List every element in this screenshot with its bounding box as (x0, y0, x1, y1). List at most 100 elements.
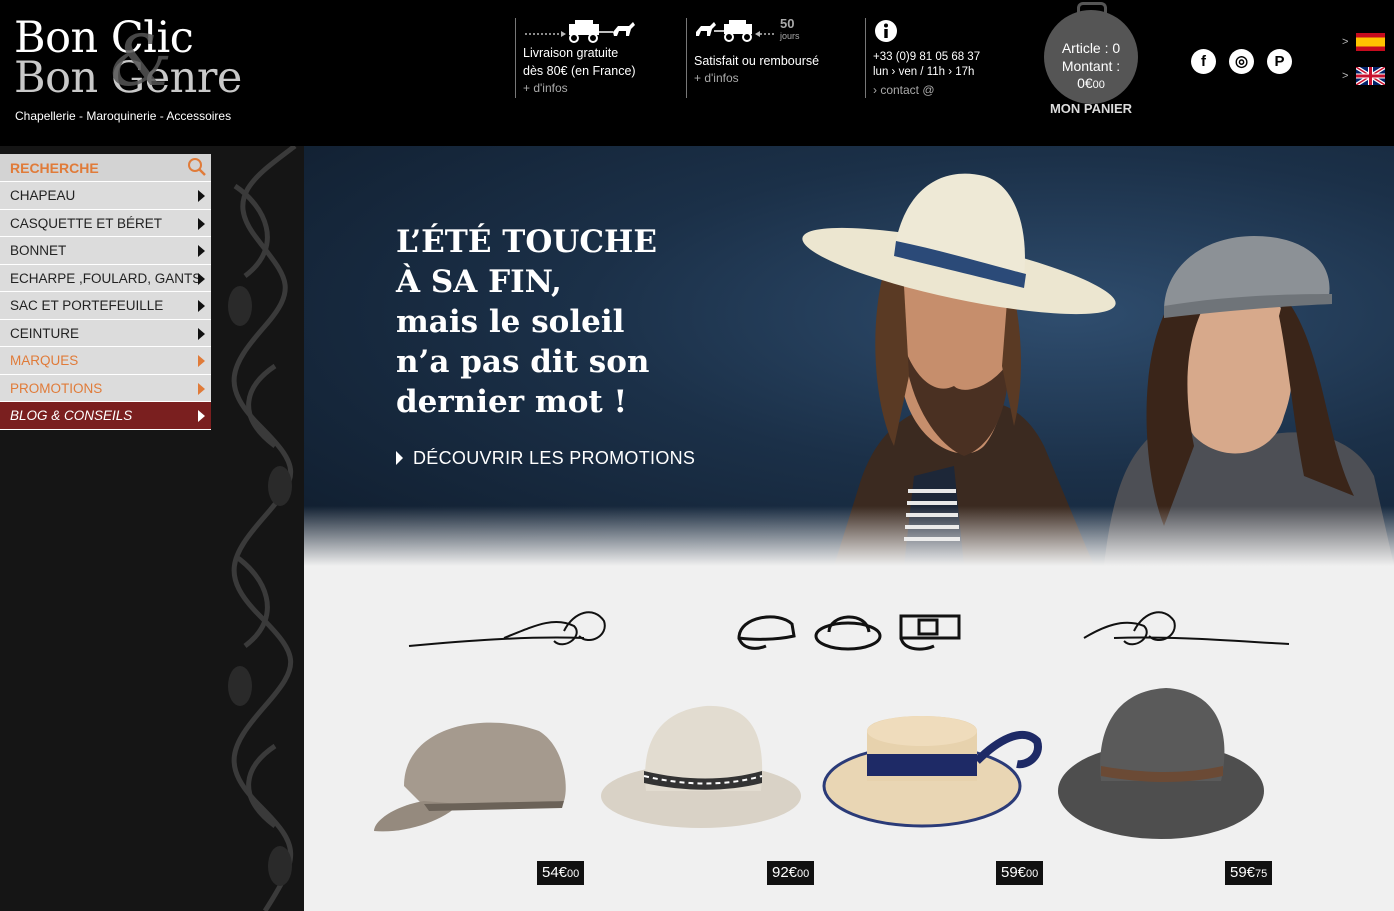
satisfaction-more-link[interactable]: + d'infos (694, 70, 836, 86)
menu-item-sac[interactable]: SAC ET PORTEFEUILLE (0, 292, 211, 320)
flourish-right-icon (1083, 611, 1290, 646)
menu-item-label: CASQUETTE ET BÉRET (10, 215, 163, 231)
contact-info[interactable]: +33 (0)9 81 05 68 37 lun › ven / 11h › 1… (865, 18, 1015, 98)
hero-couple-photo (802, 173, 1394, 566)
menu-item-label: BLOG & CONSEILS (10, 408, 133, 423)
price-main: 92€ (772, 864, 798, 881)
carriage-icon (523, 18, 665, 44)
days-number: 50 (780, 16, 795, 31)
menu-item-bonnet[interactable]: BONNET (0, 237, 211, 265)
cart-label: MON PANIER (1049, 101, 1133, 116)
contact-phone: +33 (0)9 81 05 68 37 (873, 51, 981, 63)
category-menu: RECHERCHE CHAPEAU CASQUETTE ET BÉRET BON… (0, 154, 211, 430)
menu-item-chapeau[interactable]: CHAPEAU (0, 182, 211, 210)
cart-bag-icon: Article : 0 Montant : 0€00 (1044, 2, 1138, 104)
facebook-icon[interactable]: f (1191, 49, 1216, 74)
discover-promotions-link[interactable]: DÉCOUVRIR LES PROMOTIONS (396, 448, 695, 469)
pinterest-icon[interactable]: P (1267, 49, 1292, 74)
price-main: 59€ (1001, 864, 1027, 881)
days-label: jours (780, 31, 800, 41)
hero-line-3: mais le soleil (396, 304, 625, 340)
arrow-right-icon (198, 245, 205, 257)
arrow-right-icon (198, 327, 205, 340)
instagram-icon[interactable]: ◎ (1229, 49, 1254, 74)
menu-item-casquette[interactable]: CASQUETTE ET BÉRET (0, 209, 211, 237)
arrow-right-icon (198, 355, 205, 367)
search-label: RECHERCHE (10, 160, 99, 176)
language-spanish-arrow: > (1342, 36, 1349, 48)
uk-flag-icon (1356, 67, 1385, 85)
hero-line-1: L’ÉTÉ TOUCHE (396, 224, 657, 260)
carriage-return-icon: 50 jours (694, 16, 836, 44)
hero-line-4: n’a pas dit son (396, 344, 650, 380)
menu-item-label: CHAPEAU (10, 188, 76, 203)
hero-headline: L’ÉTÉ TOUCHE À SA FIN, mais le soleil n’… (396, 222, 696, 422)
satisfaction-info[interactable]: 50 jours Satisfait ou remboursé + d'info… (686, 16, 836, 98)
price-main: 59€ (1230, 864, 1256, 881)
menu-item-ceinture[interactable]: CEINTURE (0, 319, 211, 347)
cart-montant-label: Montant : (1061, 57, 1121, 74)
search-row[interactable]: RECHERCHE (0, 154, 211, 182)
site-header: & Bon Clic Bon Genre Chapellerie - Maroq… (0, 0, 1394, 146)
brand-tagline: Chapellerie - Maroquinerie - Accessoires (15, 109, 232, 123)
product-card[interactable] (364, 686, 584, 886)
fedora-image (601, 705, 801, 828)
hero-fade (304, 506, 1394, 566)
arrow-right-icon (198, 217, 205, 230)
language-spanish[interactable]: > (1342, 33, 1386, 53)
boater-image (822, 716, 1042, 828)
shipping-title-1: Livraison gratuite (523, 46, 619, 60)
discover-promotions-label: DÉCOUVRIR LES PROMOTIONS (413, 448, 696, 468)
price-cents: 75 (1255, 868, 1268, 880)
days-badge: 50 jours (780, 16, 800, 42)
menu-item-label: PROMOTIONS (10, 380, 103, 396)
menu-item-label: CEINTURE (10, 325, 80, 341)
product-card[interactable] (822, 686, 1042, 886)
product-price: 92€00 (767, 861, 815, 885)
play-arrow-icon (396, 451, 403, 465)
free-shipping-info[interactable]: Livraison gratuite dès 80€ (en France) +… (515, 18, 665, 98)
spain-flag-icon (1356, 33, 1385, 51)
hero-line-2: À SA FIN, (396, 264, 562, 300)
menu-item-blog[interactable]: BLOG & CONSEILS (0, 402, 211, 430)
contact-link[interactable]: › contact @ (873, 82, 1015, 98)
search-icon[interactable] (187, 157, 207, 177)
flourish-left-icon (408, 611, 606, 647)
hero-line-5: dernier mot ! (396, 384, 628, 420)
sidebar: RECHERCHE CHAPEAU CASQUETTE ET BÉRET BON… (0, 146, 304, 911)
product-card[interactable] (1056, 686, 1276, 886)
category-ornaments (408, 611, 1290, 651)
grey-felt-hat-image (1058, 688, 1264, 839)
menu-item-promotions[interactable]: PROMOTIONS (0, 374, 211, 402)
price-cents: 00 (567, 868, 580, 880)
bag-handle (1077, 2, 1107, 16)
price-cents: 00 (1026, 868, 1039, 880)
menu-item-label: SAC ET PORTEFEUILLE (10, 298, 164, 313)
hero-banner[interactable]: L’ÉTÉ TOUCHE À SA FIN, mais le soleil n’… (304, 146, 1394, 566)
brand-logo[interactable]: & Bon Clic Bon Genre Chapellerie - Maroq… (14, 17, 254, 130)
belt-category-icon[interactable] (899, 614, 961, 651)
price-cents: 00 (797, 868, 810, 880)
menu-item-echarpe[interactable]: ECHARPE ,FOULARD, GANTS (0, 264, 211, 292)
cart-article-count: Article : 0 (1061, 40, 1121, 56)
hat-category-icon[interactable] (814, 615, 882, 651)
cap-category-icon[interactable] (737, 615, 796, 650)
cart-amount-main: 0€ (1077, 75, 1093, 91)
cart-amount-cents: 00 (1092, 79, 1105, 91)
arrow-right-icon (198, 300, 205, 312)
product-card[interactable] (596, 686, 816, 886)
language-english[interactable]: > (1342, 67, 1386, 87)
cart-widget[interactable]: Article : 0 Montant : 0€00 MON PANIER (1043, 2, 1139, 116)
product-section: 54€00 92€00 59€00 59€75 (304, 566, 1394, 911)
shipping-more-link[interactable]: + d'infos (523, 80, 665, 96)
arrow-right-icon (198, 382, 205, 395)
arrow-right-icon (198, 272, 205, 285)
menu-item-label: ECHARPE ,FOULARD, GANTS (10, 270, 202, 286)
logo-ampersand-icon: & (110, 20, 173, 102)
language-english-arrow: > (1342, 70, 1349, 82)
ornament-pattern-icon (228, 146, 297, 911)
menu-item-marques[interactable]: MARQUES (0, 347, 211, 375)
arrow-right-icon (198, 410, 205, 422)
product-price: 59€75 (1225, 861, 1273, 885)
cart-amount: 0€00 (1044, 75, 1138, 95)
